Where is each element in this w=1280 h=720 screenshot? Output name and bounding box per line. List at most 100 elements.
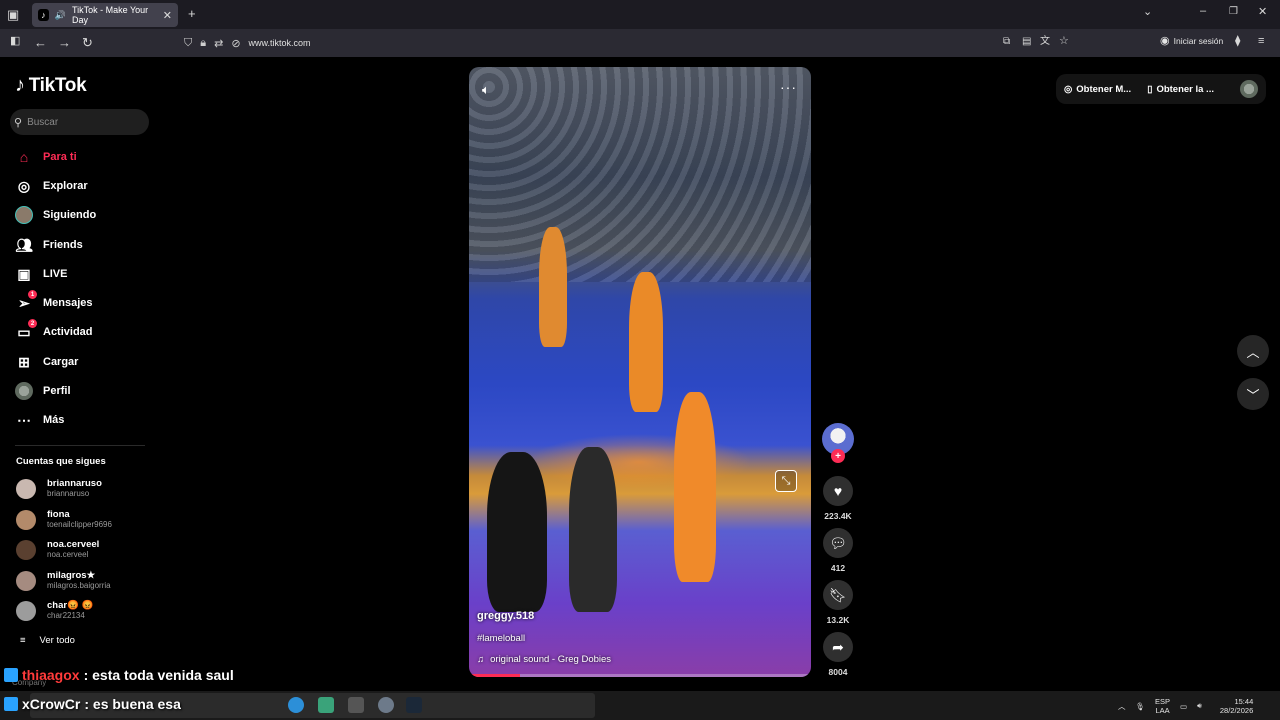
mini-player-icon[interactable]: ⤡: [775, 470, 797, 492]
maximize-icon[interactable]: ❐: [1229, 7, 1238, 17]
network-icon[interactable]: ▭: [1180, 702, 1187, 711]
app-icon[interactable]: [348, 697, 364, 713]
whatsapp-icon[interactable]: [318, 697, 334, 713]
signin-button[interactable]: ◉ Iniciar sesión: [1160, 34, 1223, 47]
browser-nav-bar: ◧ ← → ↻ ⛉ 🔒︎ ⇄ ⊘ www.tiktok.com ⧉ ▤ 文 ☆ …: [0, 29, 1280, 57]
language-indicator[interactable]: ESP LAA: [1155, 697, 1170, 715]
extensions-icon[interactable]: ⧫: [1235, 36, 1240, 47]
close-tab-icon[interactable]: ✕: [163, 9, 172, 22]
chevron-up-icon: ︿: [1246, 344, 1260, 360]
reader-icon[interactable]: ▤: [1022, 37, 1031, 47]
more-options-icon[interactable]: ···: [780, 79, 797, 95]
speaker-icon[interactable]: 🔊: [55, 10, 66, 21]
bookmark-star-icon[interactable]: ☆: [1059, 36, 1069, 47]
sidebar-divider: [15, 445, 145, 446]
chevron-down-icon[interactable]: ⌄: [1143, 7, 1152, 18]
followed-account[interactable]: fiona toenailclipper9696: [16, 507, 146, 533]
tiktok-logo[interactable]: ♪ TikTok: [15, 74, 87, 97]
telegram-icon[interactable]: [288, 697, 304, 713]
scroll-down-button[interactable]: ﹀: [1237, 378, 1269, 410]
clock-date: 28/2/2026: [1219, 706, 1254, 715]
tracking-icon[interactable]: ⊘: [231, 37, 240, 50]
followed-account[interactable]: briannaruso briannaruso: [16, 476, 146, 502]
nav-item-para-ti[interactable]: ⌂ Para ti: [15, 146, 155, 168]
nav-item-cargar[interactable]: ⊞ Cargar: [15, 351, 155, 373]
video-player[interactable]: 🔈︎ ··· ⤡ greggy.518 #lameloball ♫ origin…: [469, 67, 811, 677]
settings-icon[interactable]: [378, 697, 394, 713]
permissions-icon[interactable]: ⇄: [214, 37, 223, 50]
follow-plus-icon[interactable]: +: [831, 449, 845, 463]
followed-account[interactable]: char😡 😡 char22134: [16, 598, 146, 624]
followed-account[interactable]: noa.cerveel noa.cerveel: [16, 537, 146, 563]
menu-icon[interactable]: ≡: [1258, 36, 1264, 47]
back-icon[interactable]: ←: [34, 36, 47, 49]
url-text[interactable]: www.tiktok.com: [249, 38, 311, 48]
nav-item-explorar[interactable]: ◎ Explorar: [15, 175, 155, 197]
translate-icon[interactable]: 文: [1040, 37, 1050, 47]
tab-list-icon[interactable]: ▣: [7, 8, 19, 21]
volume-tray-icon[interactable]: 🔊︎: [1197, 701, 1202, 711]
new-tab-icon[interactable]: +: [188, 7, 196, 20]
get-coins-button[interactable]: ◎ Obtener M...: [1064, 84, 1131, 95]
nav-item-live[interactable]: ▣ LIVE: [15, 263, 155, 285]
search-input[interactable]: ⚲ Buscar: [10, 109, 149, 135]
activity-icon: ▭ 2: [15, 319, 37, 341]
get-app-label: Obtener la ...: [1156, 83, 1214, 95]
nav-item-siguiendo[interactable]: Siguiendo: [15, 204, 155, 226]
nav-item-mensajes[interactable]: ➢ 1 Mensajes: [15, 290, 155, 314]
video-player-figure: [569, 447, 617, 612]
search-placeholder: Buscar: [27, 116, 59, 128]
video-hashtag[interactable]: #lameloball: [477, 633, 525, 644]
lock-icon[interactable]: 🔒︎: [200, 37, 206, 50]
like-button[interactable]: ♥ 223.4K: [820, 476, 856, 521]
tray-expand-icon[interactable]: ︿: [1118, 701, 1126, 712]
video-progress-fill: [469, 674, 521, 677]
shield-icon[interactable]: ⛉: [184, 37, 192, 50]
account-handle: briannaruso: [47, 488, 90, 498]
more-icon: ⋯: [17, 411, 31, 428]
nav-item-mas[interactable]: ⋯ Más: [15, 409, 155, 431]
nav-item-actividad[interactable]: ▭ 2 Actividad: [15, 319, 155, 343]
profile-icon: [15, 382, 33, 400]
reload-icon[interactable]: ↻: [82, 36, 93, 49]
heart-icon: ♥: [823, 476, 853, 506]
account-handle: noa.cerveel: [47, 549, 89, 559]
comment-icon: 💬︎: [823, 528, 853, 558]
following-accounts-title: Cuentas que sigues: [16, 456, 106, 467]
steam-icon[interactable]: [406, 697, 422, 713]
clock[interactable]: 15:44 28/2/2026: [1220, 697, 1253, 715]
comment-button[interactable]: 💬︎ 412: [820, 528, 856, 573]
video-author[interactable]: greggy.518: [477, 610, 534, 622]
address-bar[interactable]: ⛉ 🔒︎ ⇄ ⊘ www.tiktok.com: [178, 32, 1078, 54]
chat-user-icon: [4, 668, 18, 682]
nav-label: LIVE: [43, 268, 68, 280]
following-avatar-icon: [15, 206, 33, 224]
video-sound[interactable]: ♫ original sound - Greg Dobies: [477, 654, 611, 665]
list-icon: ≡: [20, 635, 26, 646]
avatar: [16, 540, 36, 560]
nav-item-perfil[interactable]: Perfil: [15, 380, 155, 402]
profile-avatar[interactable]: [1240, 80, 1258, 98]
video-progress-bar[interactable]: [469, 674, 811, 677]
microphone-icon[interactable]: 🎙︎: [1136, 702, 1146, 711]
video-player-figure: [674, 392, 716, 582]
share-icon: ➦: [823, 632, 853, 662]
see-all-button[interactable]: ≡ Ver todo: [20, 635, 75, 646]
minimize-icon[interactable]: –: [1200, 6, 1206, 17]
followed-account[interactable]: milagros★ milagros.baigorria: [16, 568, 146, 594]
screenshot-icon[interactable]: ⧉: [1003, 37, 1010, 47]
nav-label: Friends: [43, 239, 83, 251]
browser-tab-active[interactable]: ♪ 🔊 TikTok - Make Your Day ✕: [32, 3, 178, 27]
scroll-up-button[interactable]: ︿: [1237, 335, 1269, 367]
nav-label: Siguiendo: [43, 209, 97, 221]
nav-item-friends[interactable]: 👥︎ Friends: [15, 234, 155, 256]
window-close-icon[interactable]: ✕: [1258, 7, 1267, 18]
share-button[interactable]: ➦ 8004: [820, 632, 856, 677]
save-button[interactable]: 🔖︎ 13.2K: [820, 580, 856, 625]
sidebar-toggle-icon[interactable]: ◧: [10, 36, 20, 47]
volume-icon[interactable]: 🔈︎: [482, 82, 490, 98]
nav-label: Cargar: [43, 356, 79, 368]
get-app-button[interactable]: ▯ Obtener la ...: [1147, 84, 1214, 95]
top-right-toolbar: ◎ Obtener M... ▯ Obtener la ...: [1056, 74, 1266, 104]
forward-icon[interactable]: →: [58, 36, 71, 49]
